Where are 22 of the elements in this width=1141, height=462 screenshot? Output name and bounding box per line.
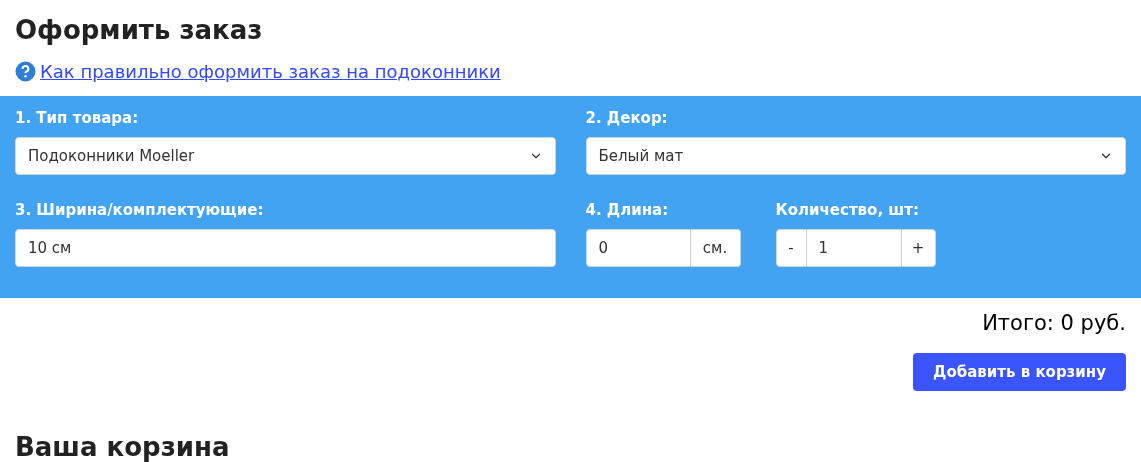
field-label: 4. Длина:	[585, 201, 670, 219]
field-label: Количество, шт:	[775, 201, 920, 219]
select-value: Белый мат	[598, 145, 684, 167]
field-label: 3. Ширина/комплектующие:	[15, 201, 265, 219]
increment-button[interactable]: +	[900, 229, 936, 267]
cart-heading: Ваша корзина	[14, 431, 231, 462]
select-field[interactable]: Подоконники Moeller	[15, 137, 556, 175]
quantity-input[interactable]: 1	[806, 229, 901, 267]
order-total: Итого: 0 руб.	[982, 310, 1126, 337]
help-link[interactable]: Как правильно оформить заказ на подоконники	[40, 57, 501, 85]
unit-addon: см.	[690, 229, 741, 267]
select-value: Подоконники Moeller	[28, 145, 195, 167]
length-input[interactable]: 0	[585, 229, 691, 267]
page-title: Оформить заказ	[15, 14, 264, 47]
help-icon	[15, 60, 36, 82]
select-value: 10 см	[28, 237, 72, 259]
decrement-button[interactable]: -	[775, 229, 807, 267]
field-label: 1. Тип товара:	[15, 109, 140, 127]
field-label: 2. Декор:	[585, 109, 669, 127]
select-field[interactable]: 10 см	[15, 229, 556, 267]
add-to-cart-button[interactable]: Добавить в корзину	[913, 353, 1126, 391]
select-field[interactable]: Белый мат	[585, 137, 1126, 175]
